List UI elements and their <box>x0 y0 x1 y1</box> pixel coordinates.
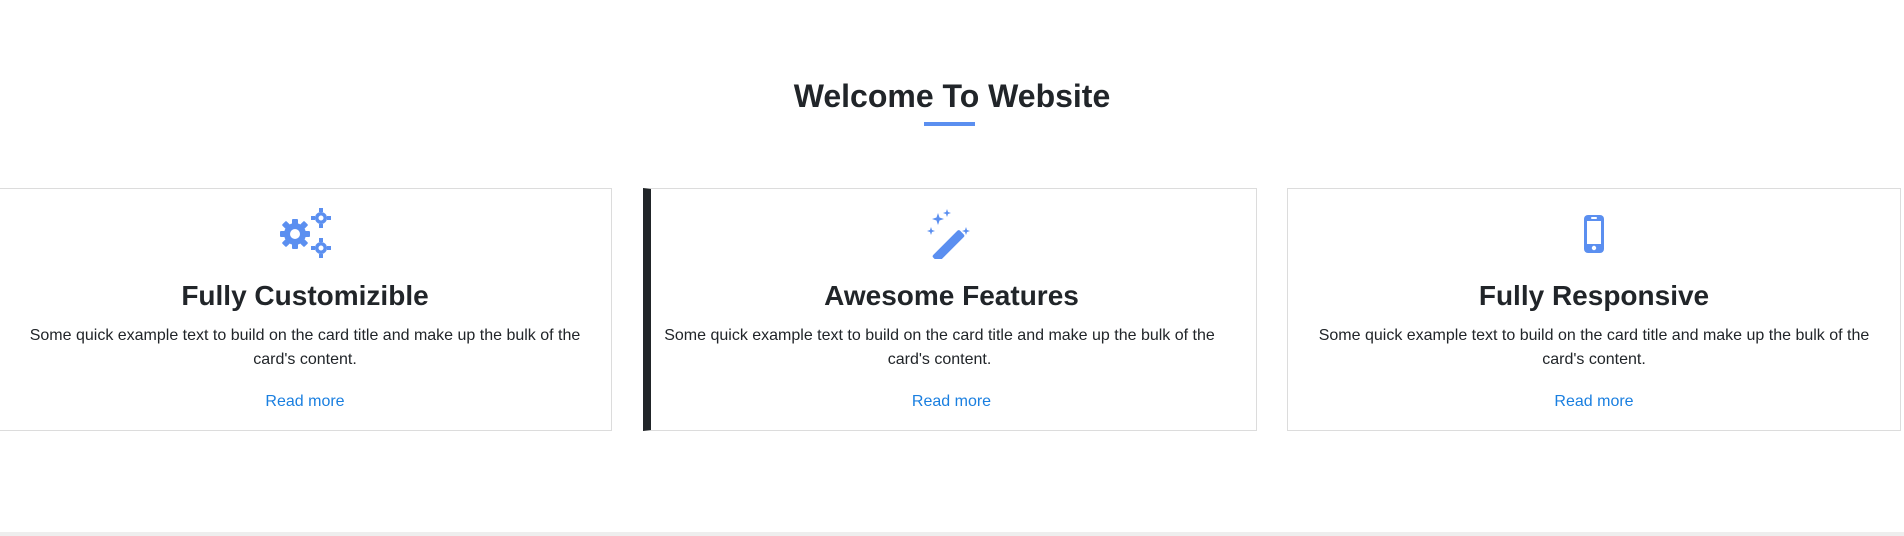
mobile-phone-icon <box>1564 207 1624 259</box>
card-text: Some quick example text to build on the … <box>29 327 581 368</box>
card-title: Fully Responsive <box>1478 280 1710 311</box>
gears-icon <box>275 207 335 259</box>
magic-wand-icon <box>920 207 980 259</box>
page: Welcome To Website Fully Customizible So… <box>0 0 1904 536</box>
card-text: Some quick example text to build on the … <box>1318 327 1870 368</box>
read-more-link[interactable]: Read more <box>647 390 1256 414</box>
card-text: Some quick example text to build on the … <box>664 327 1215 368</box>
feature-card-customizable: Fully Customizible Some quick example te… <box>0 188 612 431</box>
card-title: Awesome Features <box>824 280 1079 311</box>
title-underline <box>924 122 975 126</box>
bottom-divider <box>0 532 1904 536</box>
feature-card-features: Awesome Features Some quick example text… <box>643 188 1257 431</box>
read-more-link[interactable]: Read more <box>1288 390 1900 414</box>
section-title: Welcome To Website <box>793 78 1111 114</box>
feature-card-responsive: Fully Responsive Some quick example text… <box>1287 188 1901 431</box>
read-more-link[interactable]: Read more <box>0 390 611 414</box>
card-title: Fully Customizible <box>181 280 429 311</box>
